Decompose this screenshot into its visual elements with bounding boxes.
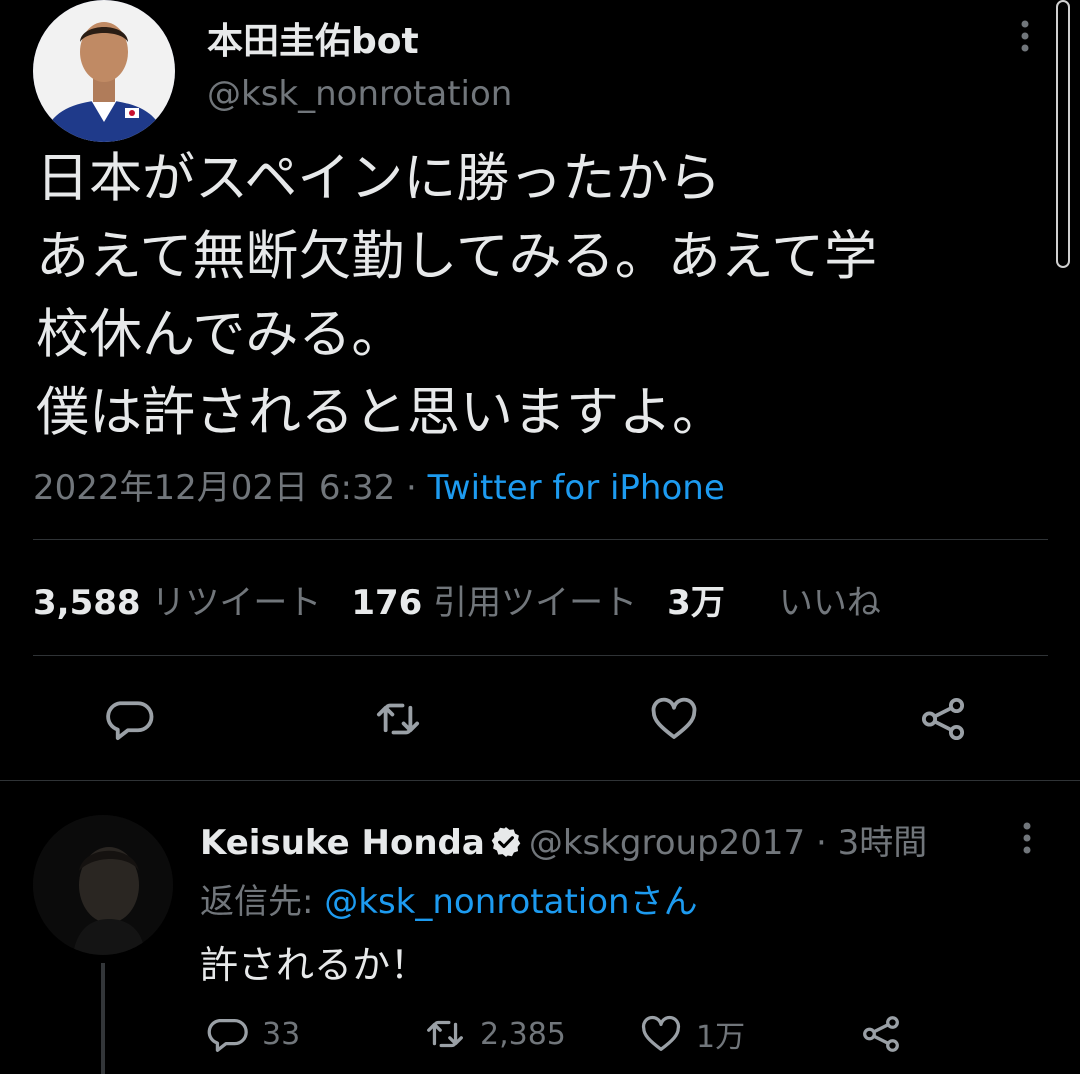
reply-like-button[interactable]: 1万 (638, 1011, 745, 1057)
reply-count: 33 (262, 1016, 301, 1052)
display-name[interactable]: 本田圭佑bot (207, 12, 419, 64)
tweet-text-line: 日本がスペインに勝ったから (36, 148, 722, 209)
engagement-stats: 3,588 リツイート 176 引用ツイート 3万 いいね (33, 575, 881, 624)
replying-to-handle: @ksk_nonrotation (324, 882, 630, 922)
divider (33, 539, 1048, 540)
retweets-count: 3,588 (33, 583, 141, 623)
likes-stat[interactable]: 3万 いいね (667, 583, 881, 623)
tweet-text-line: 校休んでみる。 (36, 304, 405, 365)
replying-to-label: 返信先: (200, 882, 325, 922)
retweet-icon[interactable] (371, 692, 425, 746)
reply-handle[interactable]: @kskgroup2017 (529, 823, 805, 863)
more-options-icon[interactable] (1010, 16, 1040, 56)
retweet-icon (422, 1011, 468, 1057)
avatar[interactable] (33, 0, 175, 142)
share-icon[interactable] (916, 692, 970, 746)
quotes-label: 引用ツイート (433, 583, 638, 623)
retweet-count: 2,385 (480, 1016, 566, 1052)
divider (33, 655, 1048, 656)
reply-reply-button[interactable]: 33 (204, 1011, 300, 1057)
reply-retweet-button[interactable]: 2,385 (422, 1011, 566, 1057)
timestamp[interactable]: 2022年12月02日 6:32 (33, 468, 395, 508)
like-count: 1万 (696, 1020, 746, 1055)
handle[interactable]: @ksk_nonrotation (207, 74, 512, 114)
likes-label: いいね (778, 583, 881, 623)
like-icon (638, 1011, 684, 1057)
thread-line (101, 963, 105, 1074)
share-icon (858, 1011, 904, 1057)
divider (0, 780, 1080, 781)
tweet-meta: 2022年12月02日 6:32 · Twitter for iPhone (33, 460, 725, 509)
reply-icon[interactable] (102, 692, 156, 746)
reply-profile-photo (33, 815, 173, 955)
replying-to-mention[interactable]: @ksk_nonrotationさん (324, 882, 697, 922)
profile-photo (33, 0, 175, 142)
tweet-text: 日本がスペインに勝ったから あえて無断欠勤してみる。あえて学 校休んでみる。 僕… (36, 140, 1046, 452)
retweets-stat[interactable]: 3,588 リツイート (33, 583, 321, 623)
replying-to-suffix: さん (629, 882, 698, 922)
meta-separator: · (395, 468, 428, 508)
like-icon[interactable] (647, 692, 701, 746)
quotes-stat[interactable]: 176 引用ツイート (351, 583, 637, 623)
source-link[interactable]: Twitter for iPhone (428, 468, 725, 508)
quotes-count: 176 (351, 583, 423, 623)
reply-separator: · (805, 823, 838, 863)
reply-more-options-icon[interactable] (1012, 818, 1042, 858)
verified-badge-icon (489, 825, 523, 859)
reply-text: 許されるか！ (200, 943, 429, 987)
reply-avatar[interactable] (33, 815, 173, 955)
tweet-text-line: あえて無断欠勤してみる。あえて学 (36, 226, 878, 287)
reply-header: Keisuke Honda @kskgroup2017 · 3時間 (200, 815, 927, 864)
scrollbar[interactable] (1056, 0, 1070, 268)
retweets-label: リツイート (151, 583, 322, 623)
reply-share-button[interactable] (858, 1011, 916, 1057)
replying-to: 返信先: @ksk_nonrotationさん (200, 874, 698, 923)
reply-time[interactable]: 3時間 (838, 823, 928, 863)
reply-display-name[interactable]: Keisuke Honda (200, 823, 485, 863)
reply-icon (204, 1011, 250, 1057)
likes-count: 3万 (667, 583, 725, 623)
tweet-text-line: 僕は許されると思いますよ。 (36, 382, 725, 443)
